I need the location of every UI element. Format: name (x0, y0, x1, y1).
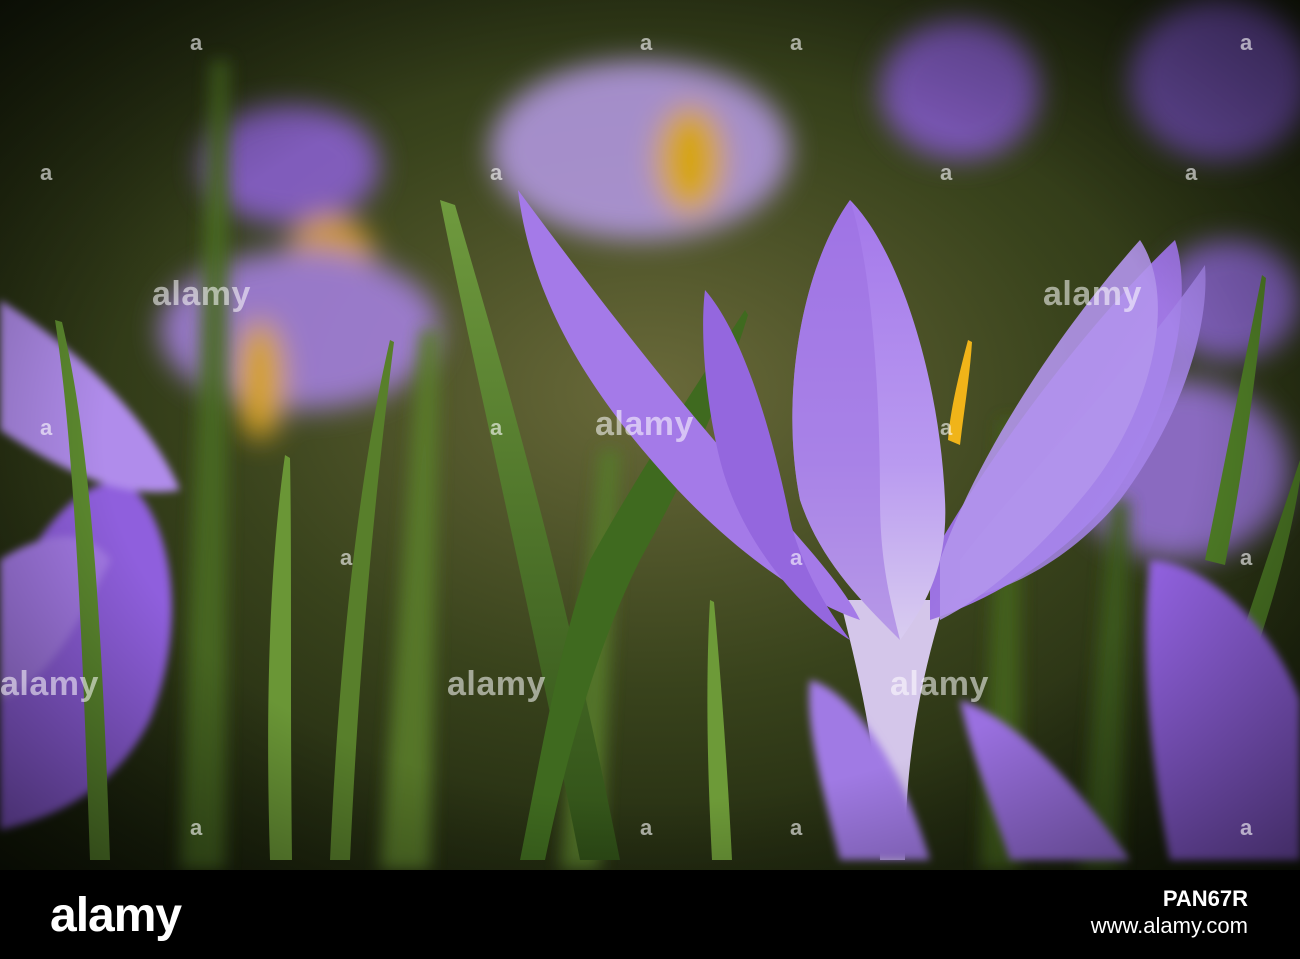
crocus-photo: alamy alamy alamy alamy alamy alamy a a … (0, 0, 1300, 870)
footer-image-id: PAN67R (1162, 886, 1248, 911)
footer-info: PAN67R www.alamy.com (1091, 886, 1248, 940)
footer-brand-logo: alamy (50, 889, 182, 942)
footer-bar: alamy PAN67R www.alamy.com (0, 870, 1300, 959)
footer-site-link[interactable]: www.alamy.com (1091, 912, 1248, 940)
crocus-scene (0, 0, 1300, 870)
